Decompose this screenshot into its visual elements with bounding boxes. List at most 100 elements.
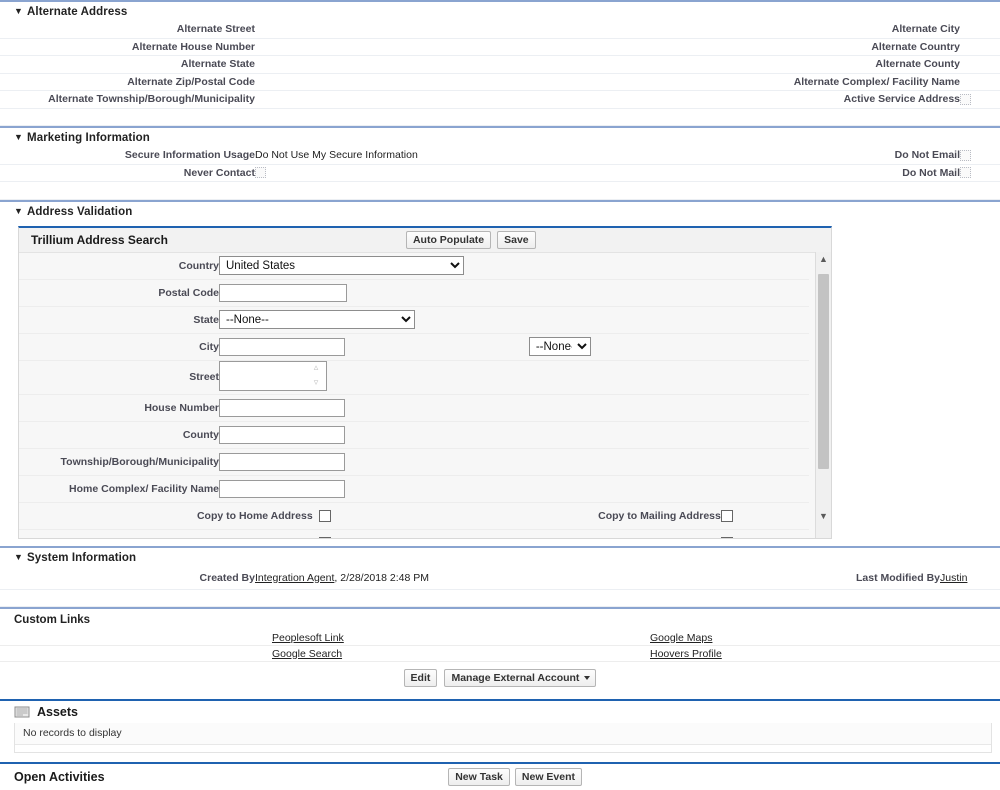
- trillium-row-country: Country United States: [19, 252, 809, 280]
- spacer-row: [0, 181, 1000, 200]
- trillium-label-county: County: [19, 421, 219, 449]
- new-event-button[interactable]: New Event: [514, 768, 582, 786]
- auto-populate-button[interactable]: Auto Populate: [405, 230, 492, 249]
- field-value-alternate-township: [255, 90, 500, 109]
- trillium-label-country: Country: [19, 252, 219, 280]
- copy-to-home-address-checkbox[interactable]: [318, 509, 331, 522]
- trillium-copy-options-table: Copy to Home Address Copy to Mailing Add…: [19, 502, 809, 538]
- marketing-information-fields: Secure Information Usage Do Not Use My S…: [0, 147, 1000, 200]
- field-label-alternate-country: Alternate Country: [500, 38, 960, 56]
- city-secondary-select[interactable]: --None--: [528, 337, 591, 356]
- link-google-search[interactable]: Google Search: [272, 648, 342, 660]
- field-label-alternate-state: Alternate State: [0, 55, 255, 74]
- collapse-triangle-icon[interactable]: ▼: [14, 132, 23, 142]
- section-title: Address Validation: [27, 205, 133, 218]
- trillium-row-city: City --None--: [19, 333, 809, 361]
- copy-option-row: Copy to Home Address Copy to Mailing Add…: [19, 502, 809, 530]
- created-by-date: , 2/28/2018 2:48 PM: [334, 571, 429, 584]
- copy-option-row: Copy to Billing Address Copy to Shipping…: [19, 529, 809, 538]
- created-by-user-link[interactable]: Integration Agent: [255, 572, 334, 584]
- field-value-last-modified-by: Justin: [940, 566, 1000, 590]
- edit-button[interactable]: Edit: [403, 669, 438, 687]
- field-label-alternate-house-number: Alternate House Number: [0, 38, 255, 56]
- save-button[interactable]: Save: [497, 230, 536, 249]
- link-hoovers-profile[interactable]: Hoovers Profile: [650, 648, 722, 660]
- trillium-fields-table: Country United States Postal Code State: [19, 252, 809, 503]
- visualforce-wrapper: Trillium Address Search Auto Populate Sa…: [0, 221, 1000, 545]
- field-label-never-contact: Never Contact: [0, 164, 255, 182]
- detail-button-row: Edit Manage External Account: [0, 662, 1000, 695]
- custom-links-spacer: [0, 630, 272, 646]
- field-label-created-by: Created By: [0, 566, 255, 590]
- field-row: Alternate State Alternate County: [0, 55, 1000, 74]
- township-input[interactable]: [219, 452, 345, 471]
- section-header-address-validation[interactable]: ▼ Address Validation: [0, 199, 1000, 221]
- field-value-alternate-county: [960, 55, 1000, 74]
- section-title: System Information: [27, 551, 137, 564]
- section-header-marketing-information[interactable]: ▼ Marketing Information: [0, 126, 1000, 147]
- copy-to-shipping-address-checkbox[interactable]: [720, 536, 733, 538]
- manage-external-account-label: Manage External Account: [451, 672, 580, 684]
- field-value-secure-information-usage: Do Not Use My Secure Information: [255, 147, 500, 165]
- label-copy-to-shipping-address: Copy to Shipping Address: [380, 529, 721, 538]
- city-input[interactable]: [219, 337, 345, 356]
- collapse-triangle-icon[interactable]: ▼: [14, 6, 23, 16]
- field-label-alternate-zip: Alternate Zip/Postal Code: [0, 73, 255, 91]
- new-task-button[interactable]: New Task: [448, 768, 510, 786]
- value-copy-to-mailing-address: [720, 502, 809, 530]
- link-peoplesoft[interactable]: Peoplesoft Link: [272, 632, 344, 644]
- custom-link-cell: Hoovers Profile: [650, 645, 1000, 662]
- field-label-secure-information-usage: Secure Information Usage: [0, 147, 255, 165]
- postal-code-input[interactable]: [219, 283, 347, 302]
- assets-body: No records to display: [14, 723, 992, 753]
- assets-header: Assets: [0, 701, 1000, 723]
- field-label-alternate-city: Alternate City: [500, 21, 960, 39]
- alternate-address-fields: Alternate Street Alternate City Alternat…: [0, 21, 1000, 126]
- open-activities-header: Open Activities New Task New Event: [0, 764, 1000, 790]
- scroll-down-arrow-icon[interactable]: ▼: [816, 509, 831, 524]
- do-not-mail-checkbox: [960, 167, 971, 179]
- country-select[interactable]: United States: [219, 256, 464, 275]
- field-label-do-not-mail: Do Not Mail: [500, 164, 960, 182]
- field-value-alternate-house-number: [255, 38, 500, 56]
- trillium-label-street: Street: [19, 360, 219, 395]
- field-label-alternate-county: Alternate County: [500, 55, 960, 74]
- scroll-up-arrow-icon[interactable]: ▲: [816, 252, 831, 267]
- trillium-label-home-complex: Home Complex/ Facility Name: [19, 475, 219, 503]
- state-select[interactable]: --None--: [219, 310, 415, 329]
- collapse-triangle-icon[interactable]: ▼: [14, 552, 23, 562]
- link-google-maps[interactable]: Google Maps: [650, 632, 712, 644]
- trillium-panel-scrollbar[interactable]: ▲ ▼: [815, 251, 831, 538]
- manage-external-account-button[interactable]: Manage External Account: [444, 669, 597, 687]
- field-value-alternate-zip: [255, 73, 500, 91]
- trillium-row-house-number: House Number: [19, 394, 809, 422]
- related-list-assets: Assets No records to display: [0, 699, 1000, 753]
- custom-link-row: Google Search Hoovers Profile: [0, 645, 1000, 662]
- chevron-down-icon: [584, 676, 591, 680]
- home-complex-input[interactable]: [219, 479, 345, 498]
- house-number-input[interactable]: [219, 398, 345, 417]
- field-value-alternate-city: [960, 21, 1000, 39]
- street-textarea[interactable]: [219, 360, 327, 391]
- trillium-label-city: City: [19, 333, 219, 361]
- copy-to-mailing-address-checkbox[interactable]: [720, 509, 733, 522]
- field-label-do-not-email: Do Not Email: [500, 147, 960, 165]
- last-modified-by-user-link[interactable]: Justin: [940, 572, 967, 584]
- county-input[interactable]: [219, 425, 345, 444]
- field-row: Never Contact Do Not Mail: [0, 164, 1000, 182]
- section-title: Custom Links: [14, 614, 91, 626]
- street-textarea-wrap: ▵ ▿: [219, 360, 327, 394]
- field-row: Alternate Zip/Postal Code Alternate Comp…: [0, 73, 1000, 91]
- field-row: Alternate House Number Alternate Country: [0, 38, 1000, 56]
- copy-to-billing-address-checkbox[interactable]: [318, 536, 331, 538]
- field-row: Alternate Township/Borough/Municipality …: [0, 90, 1000, 109]
- label-copy-to-billing-address: Copy to Billing Address: [19, 529, 313, 538]
- assets-icon: [14, 706, 30, 718]
- section-header-system-information[interactable]: ▼ System Information: [0, 545, 1000, 567]
- scrollbar-thumb[interactable]: [818, 273, 829, 469]
- collapse-triangle-icon[interactable]: ▼: [14, 206, 23, 216]
- section-header-alternate-address[interactable]: ▼ Alternate Address: [0, 0, 1000, 21]
- assets-title: Assets: [37, 705, 78, 719]
- custom-links-table: Peoplesoft Link Google Maps Google Searc…: [0, 630, 1000, 662]
- field-value-active-service-address: [960, 90, 1000, 109]
